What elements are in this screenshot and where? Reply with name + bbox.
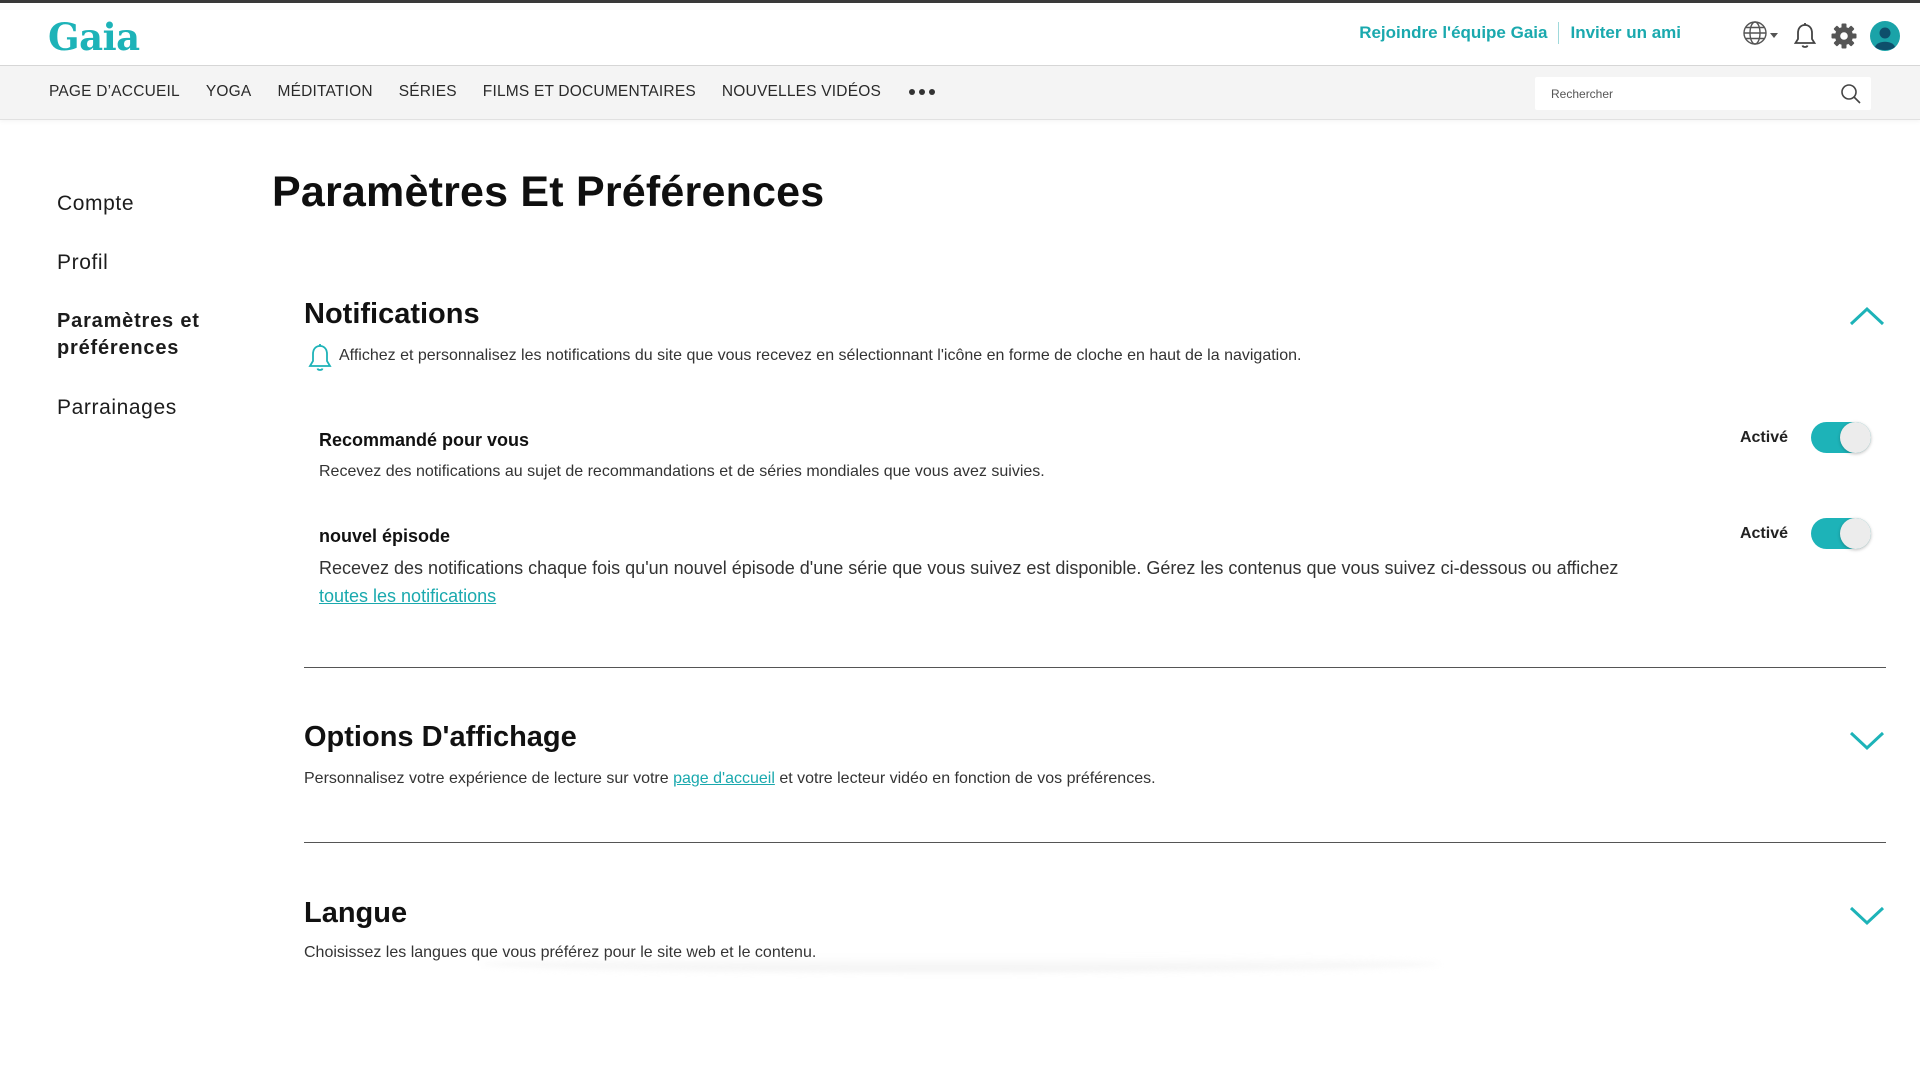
toggle-knob [1840, 422, 1871, 453]
avatar[interactable] [1870, 20, 1900, 51]
bell-icon[interactable] [1792, 22, 1818, 50]
nav-item-films[interactable]: FILMS ET DOCUMENTAIRES [483, 83, 696, 101]
display-options-title: Options D'affichage [304, 721, 577, 753]
nav-item-yoga[interactable]: YOGA [206, 83, 252, 101]
search-box [1535, 77, 1871, 110]
bell-outline-icon [307, 343, 333, 378]
top-icons [1730, 20, 1900, 51]
display-desc-before: Personnalisez votre expérience de lectur… [304, 770, 674, 787]
top-links: Rejoindre l'équipe Gaia Inviter un ami [1359, 22, 1681, 44]
nav-item-home[interactable]: PAGE D’ACCUEIL [49, 83, 180, 101]
pref-recommended-toggle-wrap: Activé [1740, 422, 1871, 453]
nav-items: PAGE D’ACCUEIL YOGA MÉDITATION SÉRIES FI… [49, 83, 936, 101]
more-dots-icon[interactable] [909, 83, 936, 101]
recommended-toggle[interactable] [1811, 422, 1871, 453]
sidebar-item-referrals[interactable]: Parrainages [57, 394, 257, 421]
language-title: Langue [304, 897, 408, 929]
sidebar-item-account[interactable]: Compte [57, 190, 257, 217]
notifications-title: Notifications [304, 298, 480, 330]
invite-friend-link[interactable]: Inviter un ami [1570, 23, 1681, 43]
sidebar-item-settings[interactable]: Paramètres et préférences [57, 308, 247, 362]
display-desc-after: et votre lecteur vidéo en fonction de vo… [774, 770, 1156, 787]
nav-item-new-videos[interactable]: NOUVELLES VIDÉOS [722, 83, 881, 101]
pref-new-episode-description: Recevez des notifications chaque fois qu… [319, 554, 1649, 610]
top-bar: Gaia Rejoindre l'équipe Gaia Inviter un … [0, 0, 1920, 66]
all-notifications-link[interactable]: toutes les notifications [319, 586, 496, 606]
sidebar-item-profile[interactable]: Profil [57, 249, 257, 276]
pref-recommended-title: Recommandé pour vous [319, 430, 530, 450]
pref-new-episode-toggle-wrap: Activé [1740, 518, 1871, 549]
pref-recommended-description: Recevez des notifications au sujet de re… [319, 463, 1045, 480]
settings-sidebar: Compte Profil Paramètres et préférences … [57, 190, 257, 453]
language-selector[interactable] [1742, 20, 1780, 51]
nav-item-meditation[interactable]: MÉDITATION [277, 83, 372, 101]
toggle-knob [1840, 518, 1871, 549]
page-title: Paramètres Et Préférences [272, 168, 825, 216]
display-options-description: Personnalisez votre expérience de lectur… [304, 770, 1156, 788]
main-nav: PAGE D’ACCUEIL YOGA MÉDITATION SÉRIES FI… [0, 66, 1920, 120]
search-icon[interactable] [1840, 83, 1862, 110]
link-separator [1558, 22, 1560, 44]
caret-down-icon [1768, 27, 1780, 45]
gear-icon[interactable] [1830, 22, 1858, 50]
new-episode-toggle[interactable] [1811, 518, 1871, 549]
scroll-fade [480, 956, 1440, 972]
chevron-down-icon[interactable] [1848, 904, 1886, 931]
toggle-status-label: Activé [1739, 524, 1788, 542]
pref-new-episode-title: nouvel épisode [319, 526, 451, 546]
homepage-link[interactable]: page d'accueil [673, 770, 775, 787]
chevron-up-icon[interactable] [1848, 305, 1886, 332]
chevron-down-icon[interactable] [1848, 729, 1886, 756]
pref-new-episode-text: Recevez des notifications chaque fois qu… [319, 558, 1619, 578]
search-input[interactable] [1535, 77, 1815, 110]
globe-icon [1742, 20, 1768, 51]
toggle-status-label: Activé [1739, 428, 1788, 446]
section-divider [304, 667, 1886, 668]
notifications-description: Affichez et personnalisez les notificati… [339, 347, 1302, 364]
gaia-logo[interactable]: Gaia [48, 15, 140, 59]
nav-item-series[interactable]: SÉRIES [399, 83, 457, 101]
join-team-link[interactable]: Rejoindre l'équipe Gaia [1359, 23, 1547, 43]
section-divider [304, 842, 1886, 843]
